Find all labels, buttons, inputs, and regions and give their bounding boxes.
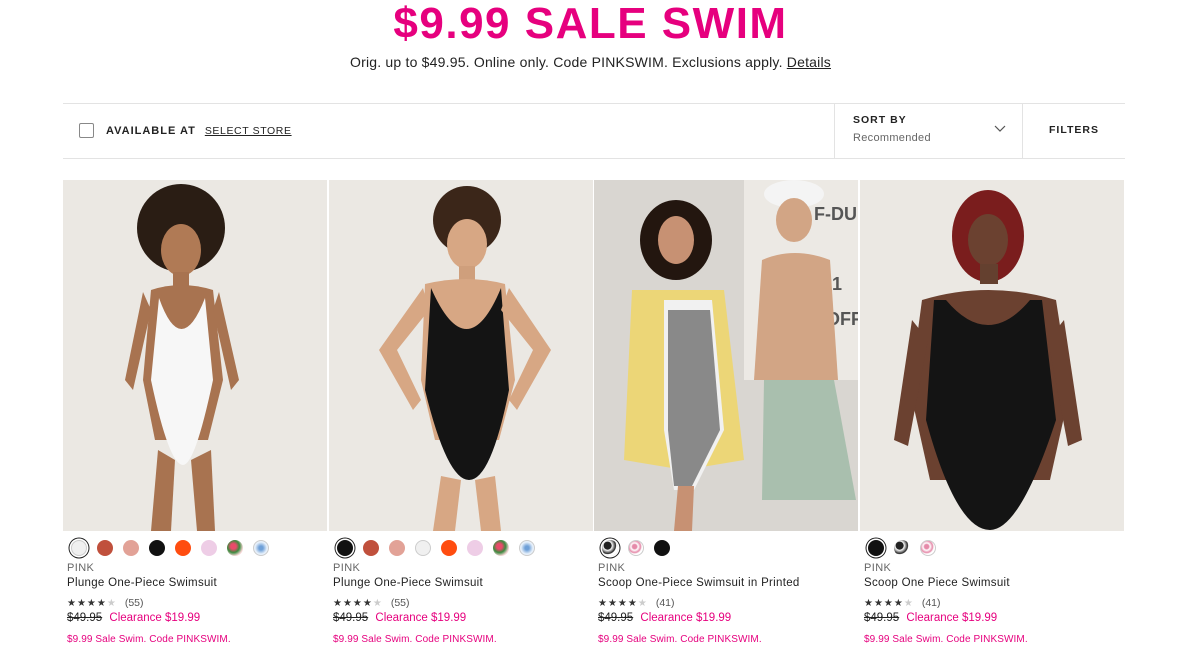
swatch-blue-floral[interactable]: [253, 540, 269, 556]
filter-toolbar: AVAILABLE AT SELECT STORE SORT BY Recomm…: [63, 103, 1125, 159]
product-image[interactable]: [329, 180, 593, 531]
product-rating: ★★★★★ (55): [329, 597, 593, 609]
product-card[interactable]: PINK Plunge One-Piece Swimsuit ★★★★★ (55…: [63, 180, 327, 645]
original-price: $49.95: [333, 612, 369, 624]
swatch-white[interactable]: [415, 540, 431, 556]
swatch-black[interactable]: [654, 540, 670, 556]
chevron-down-icon: [994, 125, 1006, 132]
star-rating-icon: ★★★★★: [598, 597, 648, 609]
swatch-orange[interactable]: [441, 540, 457, 556]
filters-button[interactable]: FILTERS: [1049, 124, 1099, 136]
swatch-rust[interactable]: [97, 540, 113, 556]
swatch-blue-floral[interactable]: [519, 540, 535, 556]
swatch-black[interactable]: [149, 540, 165, 556]
product-brand: PINK: [864, 562, 892, 574]
sort-label: SORT BY: [853, 114, 907, 126]
product-price: $49.95 Clearance $19.99: [329, 612, 593, 624]
color-swatches: [860, 540, 1124, 556]
original-price: $49.95: [864, 612, 900, 624]
product-brand: PINK: [67, 562, 95, 574]
product-rating: ★★★★★ (55): [63, 597, 327, 609]
product-rating: ★★★★★ (41): [594, 597, 858, 609]
swatch-orange[interactable]: [175, 540, 191, 556]
swatch-black-white-print[interactable]: [602, 540, 618, 556]
swatch-lilac[interactable]: [201, 540, 217, 556]
product-image[interactable]: F-DU 91 OFF: [594, 180, 858, 531]
promo-text: Orig. up to $49.95. Online only. Code PI…: [350, 54, 783, 70]
available-at-label: AVAILABLE AT: [106, 124, 196, 137]
swatch-blush[interactable]: [123, 540, 139, 556]
details-link[interactable]: Details: [787, 54, 831, 70]
product-card[interactable]: PINK Scoop One Piece Swimsuit ★★★★★ (41)…: [860, 180, 1124, 645]
color-swatches: [329, 540, 593, 556]
swatch-blush[interactable]: [389, 540, 405, 556]
star-rating-icon: ★★★★★: [67, 597, 117, 609]
svg-text:F-DU: F-DU: [814, 204, 857, 224]
hero-title: $9.99 SALE SWIM: [393, 0, 788, 48]
review-count[interactable]: (41): [656, 597, 675, 609]
review-count[interactable]: (55): [125, 597, 144, 609]
promo-text: $9.99 Sale Swim. Code PINKSWIM.: [598, 634, 762, 645]
hero-subtitle: Orig. up to $49.95. Online only. Code PI…: [0, 54, 1181, 70]
available-at-store: AVAILABLE AT SELECT STORE: [79, 123, 292, 138]
product-card[interactable]: PINK Plunge One-Piece Swimsuit ★★★★★ (55…: [329, 180, 593, 645]
product-price: $49.95 Clearance $19.99: [860, 612, 1124, 624]
sort-dropdown[interactable]: SORT BY Recommended: [834, 103, 1023, 159]
product-rating: ★★★★★ (41): [860, 597, 1124, 609]
star-rating-icon: ★★★★★: [333, 597, 383, 609]
product-image[interactable]: [860, 180, 1124, 531]
clearance-price: Clearance $19.99: [109, 612, 201, 624]
product-name[interactable]: Scoop One Piece Swimsuit: [860, 577, 1124, 589]
promo-text: $9.99 Sale Swim. Code PINKSWIM.: [67, 634, 231, 645]
color-swatches: [63, 540, 327, 556]
product-image[interactable]: [63, 180, 327, 531]
product-name[interactable]: Plunge One-Piece Swimsuit: [63, 577, 327, 589]
swatch-floral-print[interactable]: [493, 540, 509, 556]
swatch-floral-print[interactable]: [227, 540, 243, 556]
color-swatches: [594, 540, 858, 556]
original-price: $49.95: [67, 612, 103, 624]
available-at-checkbox[interactable]: [79, 123, 94, 138]
clearance-price: Clearance $19.99: [375, 612, 467, 624]
original-price: $49.95: [598, 612, 634, 624]
swatch-black[interactable]: [337, 540, 353, 556]
product-name[interactable]: Plunge One-Piece Swimsuit: [329, 577, 593, 589]
swatch-black-white-print[interactable]: [894, 540, 910, 556]
swatch-pink-dot-print[interactable]: [920, 540, 936, 556]
swatch-lilac[interactable]: [467, 540, 483, 556]
product-card[interactable]: F-DU 91 OFF PINK Scoop One-Piece Swimsui…: [594, 180, 858, 645]
select-store-link[interactable]: SELECT STORE: [205, 125, 292, 137]
product-brand: PINK: [598, 562, 626, 574]
product-price: $49.95 Clearance $19.99: [594, 612, 858, 624]
star-rating-icon: ★★★★★: [864, 597, 914, 609]
promo-text: $9.99 Sale Swim. Code PINKSWIM.: [333, 634, 497, 645]
review-count[interactable]: (41): [922, 597, 941, 609]
sort-value: Recommended: [853, 132, 931, 144]
clearance-price: Clearance $19.99: [640, 612, 732, 624]
product-brand: PINK: [333, 562, 361, 574]
clearance-price: Clearance $19.99: [906, 612, 998, 624]
product-name[interactable]: Scoop One-Piece Swimsuit in Printed: [594, 577, 858, 589]
swatch-rust[interactable]: [363, 540, 379, 556]
swatch-pink-dot-print[interactable]: [628, 540, 644, 556]
promo-text: $9.99 Sale Swim. Code PINKSWIM.: [864, 634, 1028, 645]
review-count[interactable]: (55): [391, 597, 410, 609]
swatch-white[interactable]: [71, 540, 87, 556]
swatch-black[interactable]: [868, 540, 884, 556]
product-price: $49.95 Clearance $19.99: [63, 612, 327, 624]
